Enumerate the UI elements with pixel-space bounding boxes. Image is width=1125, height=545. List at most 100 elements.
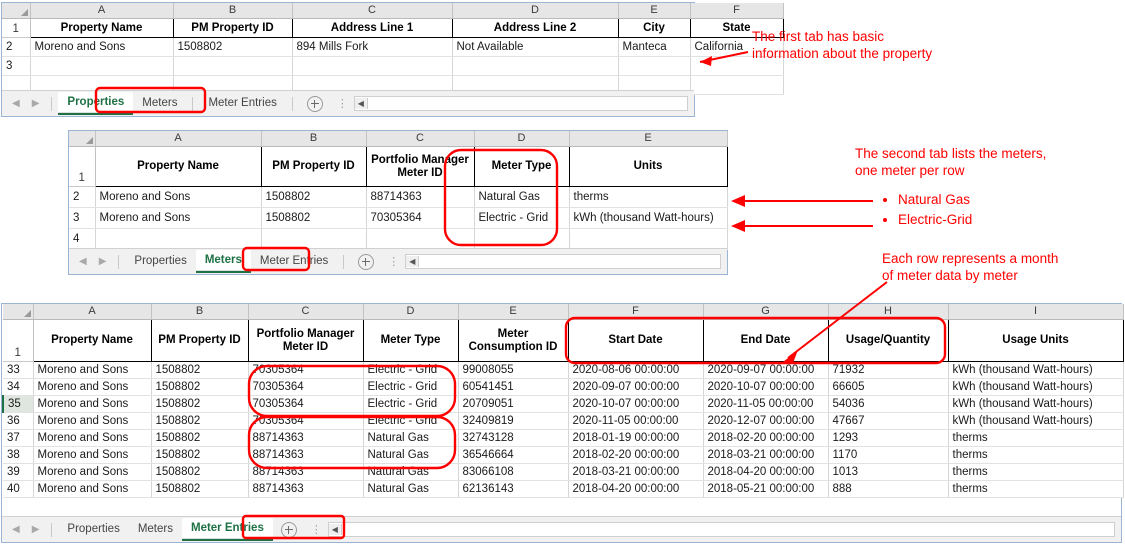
table-cell[interactable]: 2020-11-05 00:00:00	[703, 395, 829, 413]
table-cell[interactable]: Electric - Grid	[363, 412, 459, 430]
table-cell[interactable]	[292, 56, 453, 76]
tab-meters[interactable]: Meters	[195, 250, 251, 273]
scroll-left-icon[interactable]: ◀	[354, 98, 368, 109]
column-header-d[interactable]: D	[452, 3, 619, 19]
table-cell[interactable]: 83066108	[458, 463, 569, 481]
row-number[interactable]: 37	[3, 429, 34, 447]
row-number[interactable]: 1	[69, 146, 96, 187]
table-row[interactable]: 37 Moreno and Sons 1508802 88714363 Natural …	[3, 429, 1124, 447]
column-header-i[interactable]: I	[948, 304, 1124, 320]
table-cell[interactable]: Natural Gas	[363, 463, 459, 481]
column-header-f[interactable]: F	[690, 3, 784, 19]
column-header-a[interactable]: A	[30, 3, 174, 19]
table-cell[interactable]: 88714363	[248, 446, 364, 464]
table-cell[interactable]: 1508802	[151, 412, 249, 430]
table-cell[interactable]	[30, 56, 174, 76]
table-cell[interactable]: 88714363	[248, 429, 364, 447]
table-cell[interactable]: kWh (thousand Watt-hours)	[948, 361, 1124, 379]
table-cell[interactable]: Natural Gas	[363, 429, 459, 447]
table-cell[interactable]: 1508802	[261, 186, 367, 208]
table-row[interactable]: 3	[2, 56, 784, 76]
column-header-f[interactable]: F	[568, 304, 704, 320]
row-number[interactable]: 35	[2, 395, 34, 413]
meters-grid[interactable]: A B C D E 1 Property Name PM Property ID Portfol…	[69, 131, 728, 250]
row-number[interactable]: 2	[2, 37, 31, 57]
table-cell[interactable]: Electric - Grid	[363, 361, 459, 379]
table-cell[interactable]: 20709051	[458, 395, 569, 413]
table-cell[interactable]: Electric - Grid	[363, 378, 459, 396]
select-all-corner[interactable]	[69, 131, 96, 147]
table-cell[interactable]: therms	[569, 186, 728, 208]
table-cell[interactable]: 54036	[828, 395, 949, 413]
table-cell[interactable]: 70305364	[248, 361, 364, 379]
tab-meters[interactable]: Meters	[129, 519, 182, 540]
column-header-c[interactable]: C	[248, 304, 364, 320]
table-cell[interactable]: 2020-10-07 00:00:00	[703, 378, 829, 396]
table-cell[interactable]	[95, 228, 262, 250]
table-cell[interactable]: 1508802	[173, 37, 293, 57]
table-cell[interactable]: Moreno and Sons	[33, 412, 152, 430]
table-cell[interactable]: Moreno and Sons	[33, 429, 152, 447]
table-cell[interactable]: therms	[948, 446, 1124, 464]
tab-overflow-icon[interactable]: ⋮	[337, 97, 348, 110]
table-cell[interactable]: 1508802	[151, 378, 249, 396]
horizontal-scrollbar[interactable]: ◀	[405, 254, 721, 269]
scroll-left-icon[interactable]: ◀	[328, 524, 342, 535]
table-cell[interactable]: 70305364	[366, 207, 475, 229]
table-row[interactable]: 39 Moreno and Sons 1508802 88714363 Natural …	[3, 463, 1124, 481]
row-number[interactable]: 3	[2, 56, 31, 76]
table-cell[interactable]: 71932	[828, 361, 949, 379]
next-sheet-icon[interactable]: ▶	[99, 256, 107, 267]
column-header-a[interactable]: A	[95, 131, 262, 147]
column-header-b[interactable]: B	[173, 3, 293, 19]
table-cell[interactable]: Moreno and Sons	[95, 207, 262, 229]
sheet-nav-arrows[interactable]: ◀ ▶	[69, 256, 112, 267]
row-number[interactable]: 1	[2, 18, 31, 38]
table-cell[interactable]	[690, 75, 784, 95]
table-cell[interactable]: 2020-11-05 00:00:00	[568, 412, 704, 430]
table-cell[interactable]: 2018-01-19 00:00:00	[568, 429, 704, 447]
table-cell[interactable]: 888	[828, 480, 949, 498]
tab-meter-entries[interactable]: Meter Entries	[181, 518, 273, 541]
table-cell[interactable]: 2018-04-20 00:00:00	[703, 463, 829, 481]
table-cell[interactable]: 2020-09-07 00:00:00	[703, 361, 829, 379]
table-cell[interactable]: kWh (thousand Watt-hours)	[948, 412, 1124, 430]
table-cell[interactable]: 1170	[828, 446, 949, 464]
table-cell[interactable]: 2020-08-06 00:00:00	[568, 361, 704, 379]
prev-sheet-icon[interactable]: ◀	[12, 524, 20, 535]
table-cell[interactable]: 894 Mills Fork	[292, 37, 453, 57]
table-row[interactable]: 38 Moreno and Sons 1508802 88714363 Natural …	[3, 446, 1124, 464]
row-number[interactable]: 39	[3, 463, 34, 481]
tab-properties[interactable]: Properties	[58, 519, 128, 540]
sheet-tab-bar-meter-entries[interactable]: ◀ ▶ Properties Meters Meter Entries ⋮ ◀	[2, 516, 1121, 542]
table-cell[interactable]: kWh (thousand Watt-hours)	[948, 378, 1124, 396]
tab-meter-entries[interactable]: Meter Entries	[251, 251, 337, 272]
tab-properties[interactable]: Properties	[58, 92, 134, 115]
table-cell[interactable]: 2018-03-21 00:00:00	[568, 463, 704, 481]
scroll-left-icon[interactable]: ◀	[406, 256, 420, 267]
table-cell[interactable]: 2020-10-07 00:00:00	[568, 395, 704, 413]
table-cell[interactable]: therms	[948, 480, 1124, 498]
column-header-d[interactable]: D	[363, 304, 459, 320]
table-cell[interactable]: 1508802	[151, 480, 249, 498]
table-cell[interactable]: 1013	[828, 463, 949, 481]
plus-circle-icon[interactable]	[358, 253, 375, 270]
table-cell[interactable]: Moreno and Sons	[33, 395, 152, 413]
table-cell[interactable]: Moreno and Sons	[95, 186, 262, 208]
table-cell[interactable]: 36546664	[458, 446, 569, 464]
table-cell[interactable]: Moreno and Sons	[33, 378, 152, 396]
table-row[interactable]: 40 Moreno and Sons 1508802 88714363 Natural …	[3, 480, 1124, 498]
plus-circle-icon[interactable]	[280, 521, 297, 538]
column-header-e[interactable]: E	[618, 3, 691, 19]
table-cell[interactable]: 32743128	[458, 429, 569, 447]
column-header-h[interactable]: H	[828, 304, 949, 320]
table-cell[interactable]: Natural Gas	[474, 186, 570, 208]
column-header-a[interactable]: A	[33, 304, 152, 320]
meters-spreadsheet[interactable]: A B C D E 1 Property Name PM Property ID Portfol…	[68, 130, 728, 275]
table-cell[interactable]	[452, 56, 619, 76]
table-cell[interactable]: 88714363	[248, 480, 364, 498]
table-cell[interactable]: 70305364	[248, 378, 364, 396]
sheet-tab-bar-meters[interactable]: ◀ ▶ Properties Meters Meter Entries ⋮ ◀	[69, 248, 727, 274]
row-number[interactable]: 2	[69, 186, 96, 208]
table-cell[interactable]: 1508802	[151, 446, 249, 464]
